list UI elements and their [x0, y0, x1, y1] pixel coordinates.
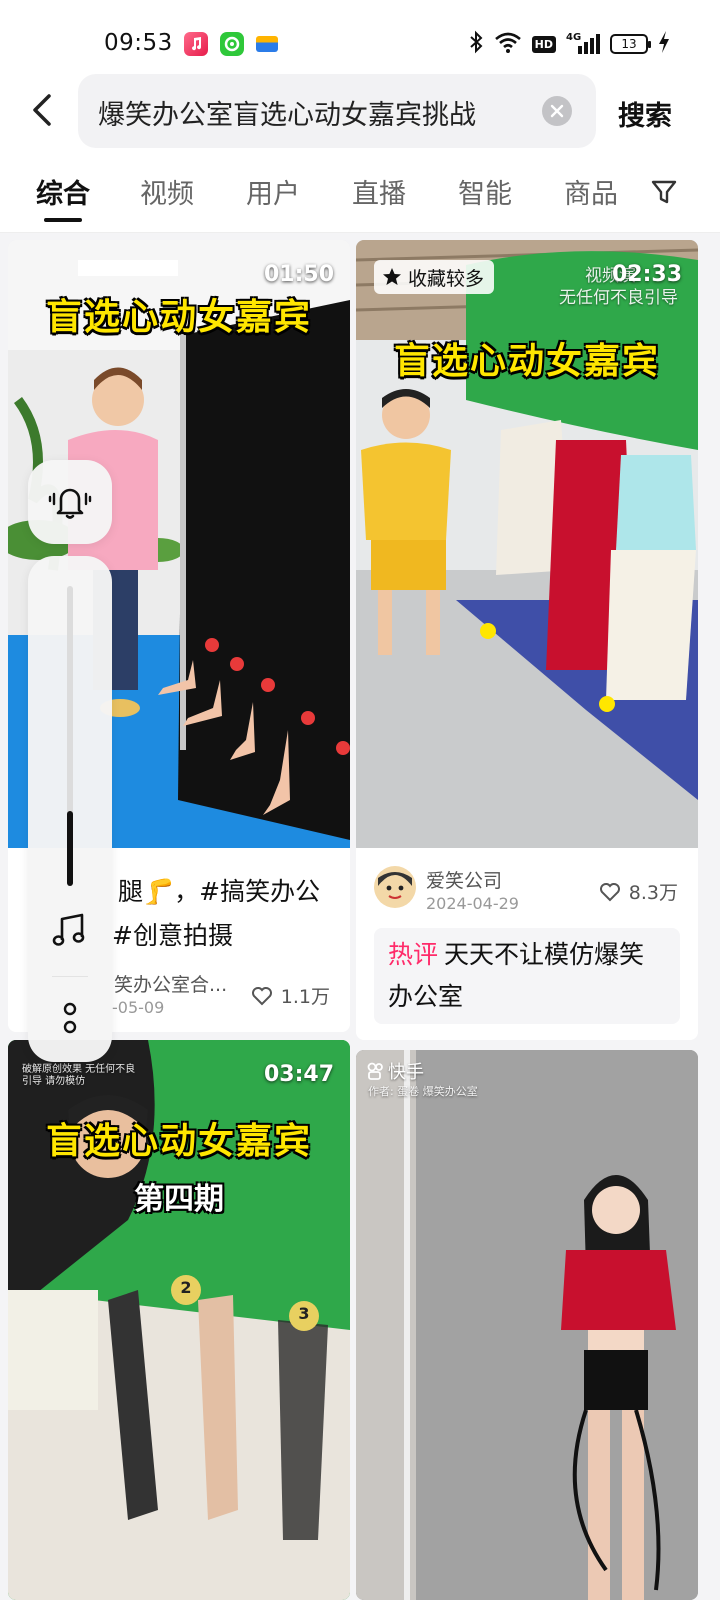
brand-watermark: 快手	[366, 1058, 424, 1084]
hot-comment-label: 热评	[388, 940, 439, 969]
number-badge-2: 2	[180, 1278, 192, 1297]
back-button[interactable]	[22, 88, 62, 132]
video-duration: 01:50	[263, 262, 334, 287]
watermark: 破解原创效果 无任何不良引导 请勿模仿	[22, 1064, 136, 1087]
status-right-icons: HD 4G 13	[468, 30, 670, 58]
thumbnail-image	[356, 1050, 698, 1600]
hd-badge: HD	[531, 35, 556, 53]
overlay-title: 盲选心动女嘉宾	[45, 1121, 312, 1162]
overlay-subtitle: 第四期	[134, 1182, 224, 1217]
notification-toggle[interactable]	[28, 460, 112, 544]
like-count-value: 8.3万	[628, 882, 678, 904]
charging-icon	[658, 31, 670, 57]
like-count-value: 1.1万	[280, 986, 330, 1008]
volume-panel	[28, 556, 112, 1062]
battery-indicator: 13	[610, 34, 651, 54]
wifi-icon	[494, 31, 522, 57]
tab-all[interactable]: 综合	[36, 172, 90, 211]
number-badge-3: 3	[298, 1304, 310, 1323]
heart-icon	[251, 986, 272, 1005]
tab-goods[interactable]: 商品	[564, 172, 618, 211]
tab-smart[interactable]: 智能	[458, 172, 512, 211]
tab-videos[interactable]: 视频	[140, 172, 194, 211]
video-duration: 03:47	[263, 1062, 334, 1087]
filter-icon	[651, 180, 677, 204]
overlay-title: 盲选心动女嘉宾	[393, 341, 660, 382]
card-title: 腿🦵，#搞笑办公	[118, 877, 321, 906]
clear-search-button[interactable]	[542, 96, 572, 126]
author-name[interactable]: 爱笑公司	[426, 866, 502, 893]
search-header: 爆笑办公室盲选心动女嘉宾挑战 搜索	[0, 74, 720, 150]
panel-divider	[52, 976, 88, 977]
close-icon	[550, 104, 564, 118]
post-date: 2024-04-29	[426, 894, 519, 913]
search-button[interactable]: 搜索	[618, 94, 672, 133]
more-icon[interactable]	[62, 1001, 78, 1039]
video-card[interactable]: 破解原创效果 无任何不良引导 请勿模仿 03:47 盲选心动女嘉宾 第四期 2 …	[8, 1040, 350, 1600]
post-date: -05-09	[112, 998, 165, 1017]
author-avatar[interactable]	[374, 866, 416, 908]
screen: 09:53 HD 4G 13 爆笑办公室盲选心动女嘉宾挑战 搜索 综合 视频 用…	[0, 0, 720, 1600]
video-thumbnail: 收藏较多 视频演 无任何不良引导 02:33 盲选心动女嘉宾	[356, 240, 698, 848]
bluetooth-icon	[468, 30, 484, 58]
active-tab-indicator	[44, 218, 82, 222]
music-app-icon	[184, 32, 208, 56]
filter-button[interactable]	[650, 178, 678, 206]
card-app-icon	[256, 36, 278, 52]
card-title-line2: #创意拍摄	[112, 921, 233, 950]
search-input[interactable]: 爆笑办公室盲选心动女嘉宾挑战	[78, 74, 596, 148]
back-arrow-icon	[33, 94, 51, 126]
kuaishou-logo-icon	[367, 1062, 383, 1080]
hot-comment[interactable]: 热评 天天不让模仿爆笑办公室	[374, 928, 680, 1024]
video-card[interactable]: 快手 作者: 蛋卷 爆笑办公室	[356, 1050, 698, 1600]
bell-icon	[48, 488, 92, 519]
heart-icon	[599, 882, 620, 901]
video-thumbnail: 破解原创效果 无任何不良引导 请勿模仿 03:47 盲选心动女嘉宾 第四期 2 …	[8, 1040, 350, 1600]
watermark-line2: 无任何不良引导	[559, 288, 678, 308]
star-icon	[383, 268, 401, 285]
tab-users[interactable]: 用户	[246, 172, 300, 211]
video-thumbnail: 快手 作者: 蛋卷 爆笑办公室	[356, 1050, 698, 1600]
like-count[interactable]: 8.3万	[599, 878, 678, 905]
video-card[interactable]: 收藏较多 视频演 无任何不良引导 02:33 盲选心动女嘉宾 爱笑公司 2024…	[356, 240, 698, 1040]
status-bar: 09:53 HD 4G 13	[0, 0, 720, 84]
overlay-title: 盲选心动女嘉宾	[45, 297, 312, 338]
green-app-icon	[220, 32, 244, 56]
music-note-icon[interactable]	[50, 910, 90, 954]
result-tabs: 综合 视频 用户 直播 智能 商品	[0, 166, 720, 226]
search-query: 爆笑办公室盲选心动女嘉宾挑战	[98, 100, 476, 131]
author-watermark: 作者: 蛋卷 爆笑办公室	[368, 1085, 478, 1098]
favorite-badge-label: 收藏较多	[408, 267, 485, 290]
video-duration: 02:33	[611, 262, 682, 287]
status-time: 09:53	[104, 30, 173, 56]
volume-slider-fill	[67, 811, 73, 886]
favorite-badge: 收藏较多	[374, 260, 495, 294]
tab-live[interactable]: 直播	[352, 172, 406, 211]
brand-name: 快手	[388, 1062, 424, 1083]
signal-icon: 4G	[566, 32, 600, 56]
volume-slider[interactable]	[67, 586, 73, 886]
like-count[interactable]: 1.1万	[251, 982, 330, 1009]
author-name[interactable]: 笑办公室合...	[114, 970, 227, 997]
